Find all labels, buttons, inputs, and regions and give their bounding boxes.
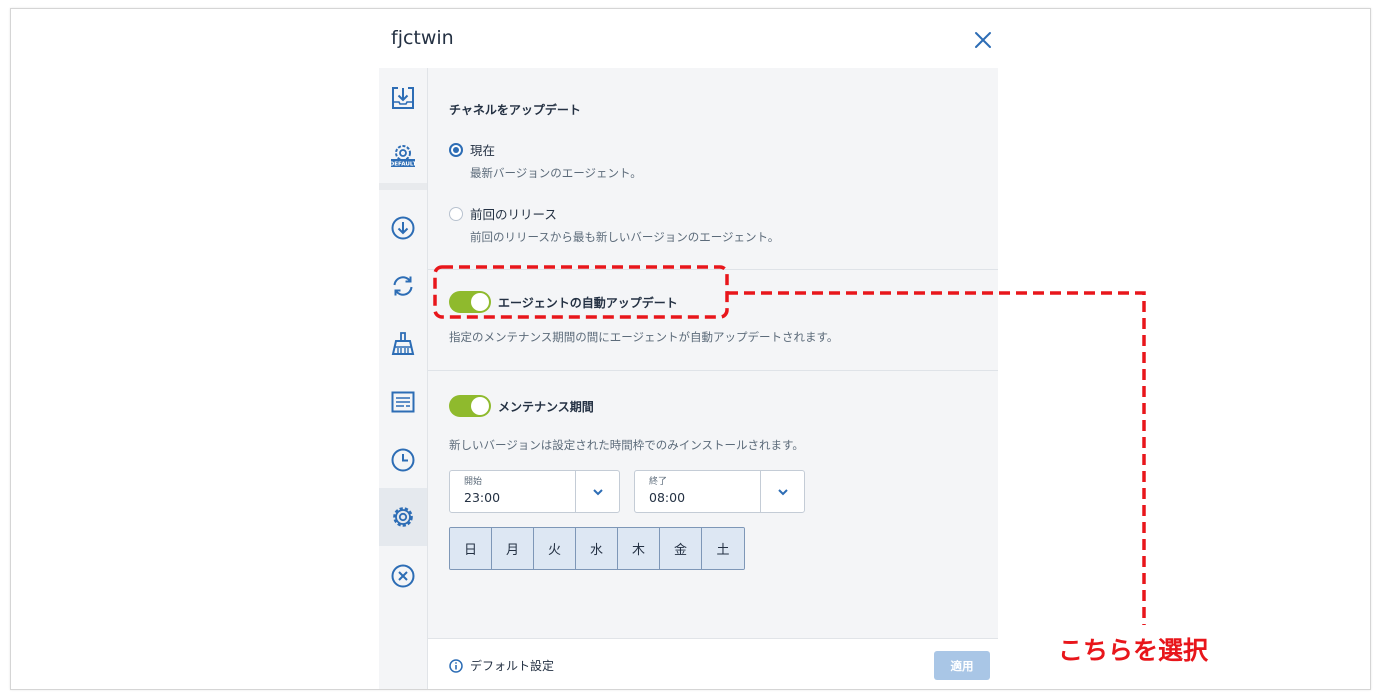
start-time-dropdown-button[interactable] (575, 471, 619, 512)
sidebar: DEFAULT (379, 68, 428, 689)
sidebar-item-cleanup[interactable] (379, 318, 427, 370)
default-badge-text: DEFAULT (390, 161, 417, 167)
sync-icon (393, 276, 413, 296)
weekday-selector: 日 月 火 水 木 金 土 (449, 527, 745, 570)
maintenance-description: 新しいバージョンは設定された時間枠でのみインストールされます。 (449, 438, 804, 452)
download-circle-icon (391, 216, 415, 240)
agent-settings-panel: fjctwin DEFAULT チャネルをアップデート 現在 最新バージョンのエ… (379, 9, 998, 689)
maintenance-label: メンテナンス期間 (498, 400, 594, 414)
day-friday[interactable]: 金 (660, 528, 702, 569)
annotation-label: こちらを選択 (1058, 636, 1209, 665)
end-time-dropdown-button[interactable] (760, 471, 804, 512)
end-time-value[interactable]: 08:00 (649, 490, 685, 505)
panel-footer: デフォルト設定 適用 (428, 638, 998, 689)
close-circle-icon (391, 564, 415, 588)
clock-icon (391, 448, 415, 472)
section-divider (428, 370, 998, 371)
sidebar-item-download-box[interactable] (379, 72, 427, 124)
day-wednesday[interactable]: 水 (576, 528, 618, 569)
start-time-label: 開始 (464, 477, 483, 487)
gear-icon (393, 507, 413, 527)
download-box-icon (392, 87, 414, 109)
radio-previous-description: 前回のリリースから最も新しいバージョンのエージェント。 (470, 230, 780, 244)
auto-update-label: エージェントの自動アップデート (498, 296, 678, 310)
radio-previous-indicator[interactable] (449, 206, 463, 221)
settings-content: チャネルをアップデート 現在 最新バージョンのエージェント。 前回のリリース 前… (428, 68, 998, 638)
update-channel-title: チャネルをアップデート (449, 103, 581, 117)
section-divider (428, 269, 998, 270)
panel-header: fjctwin (379, 9, 998, 68)
day-saturday[interactable]: 土 (702, 528, 744, 569)
day-monday[interactable]: 月 (492, 528, 534, 569)
maintenance-toggle[interactable] (449, 395, 491, 417)
radio-previous-release[interactable]: 前回のリリース (449, 204, 557, 223)
report-icon (391, 391, 415, 413)
sidebar-separator (379, 183, 427, 190)
sidebar-item-settings[interactable] (379, 488, 427, 546)
end-time-label: 終了 (649, 477, 668, 487)
sidebar-item-revoke[interactable] (379, 550, 427, 602)
chevron-down-icon (777, 488, 788, 495)
panel-title: fjctwin (391, 27, 454, 49)
auto-update-toggle[interactable] (449, 291, 491, 313)
chevron-down-icon (592, 488, 603, 495)
broom-icon (391, 332, 415, 355)
close-icon (975, 32, 991, 48)
sidebar-item-schedule[interactable] (379, 434, 427, 486)
sidebar-item-default-settings[interactable]: DEFAULT (379, 130, 427, 182)
sidebar-item-download[interactable] (379, 202, 427, 254)
radio-current-indicator[interactable] (449, 142, 463, 157)
radio-current-label: 現在 (470, 143, 496, 158)
close-button[interactable] (972, 29, 994, 51)
start-time-field[interactable]: 開始 23:00 (449, 470, 620, 513)
end-time-field[interactable]: 終了 08:00 (634, 470, 805, 513)
day-tuesday[interactable]: 火 (534, 528, 576, 569)
gear-default-icon: DEFAULT (390, 145, 417, 167)
info-icon (449, 658, 463, 673)
sidebar-item-sync[interactable] (379, 260, 427, 312)
auto-update-description: 指定のメンテナンス期間の間にエージェントが自動アップデートされます。 (449, 330, 839, 344)
default-settings-link[interactable]: デフォルト設定 (449, 657, 554, 674)
apply-button[interactable]: 適用 (934, 651, 990, 680)
radio-previous-label: 前回のリリース (470, 207, 557, 222)
start-time-value[interactable]: 23:00 (464, 490, 500, 505)
default-settings-label: デフォルト設定 (470, 659, 555, 673)
radio-current-description: 最新バージョンのエージェント。 (470, 166, 642, 180)
sidebar-item-report[interactable] (379, 376, 427, 428)
day-sunday[interactable]: 日 (450, 528, 492, 569)
day-thursday[interactable]: 木 (618, 528, 660, 569)
radio-current[interactable]: 現在 (449, 140, 495, 159)
